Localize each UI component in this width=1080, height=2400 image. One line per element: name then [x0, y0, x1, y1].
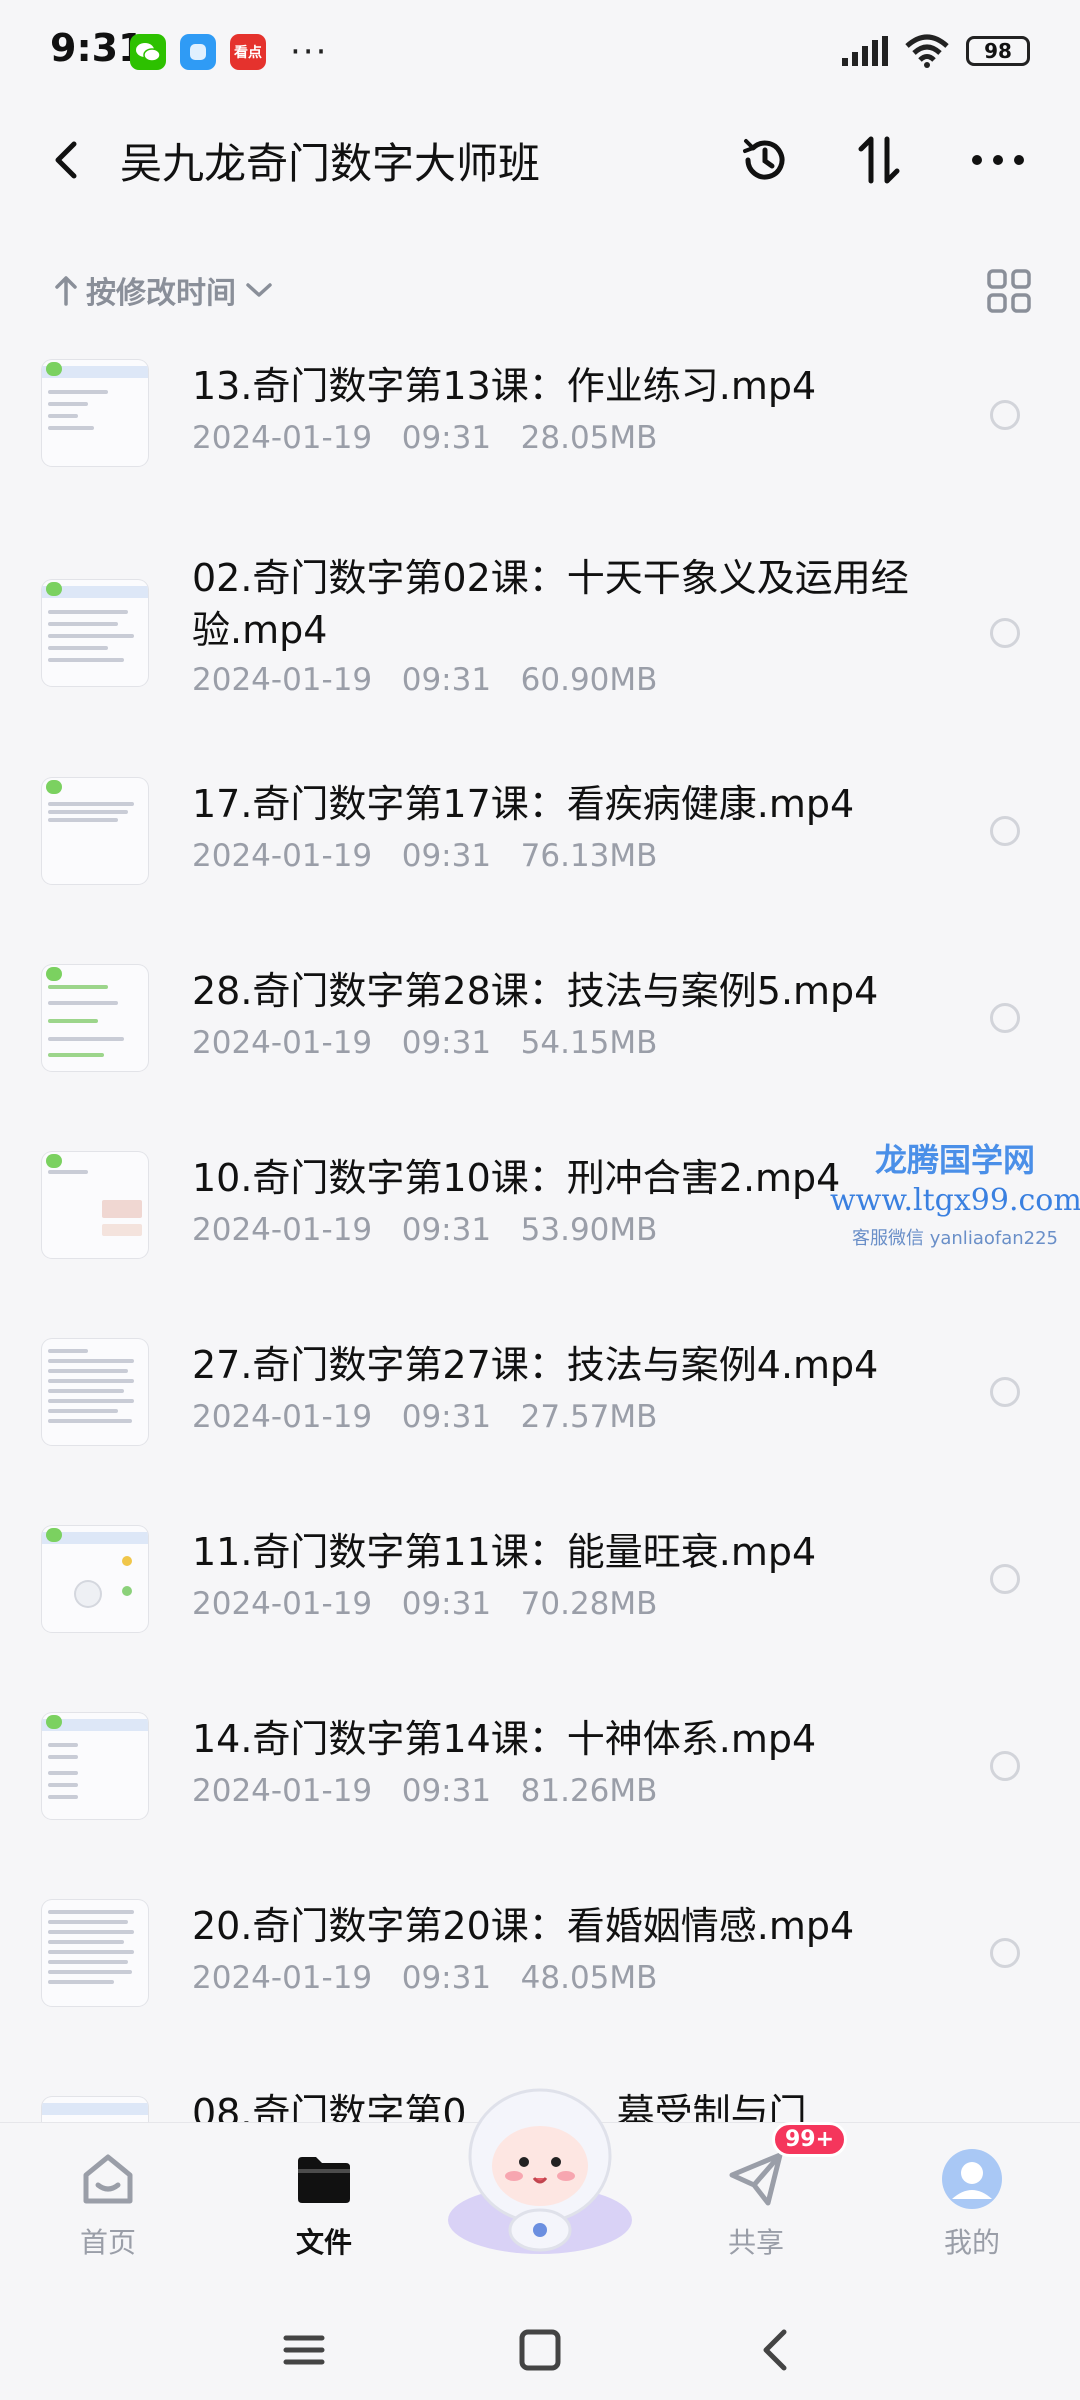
status-bar: 9:31 看点 ··· 98 — [0, 0, 1080, 110]
file-meta: 2024-01-19 09:31 53.90MB — [192, 1212, 658, 1248]
nav-profile[interactable]: 我的 — [892, 2133, 1052, 2261]
share-send-icon — [724, 2147, 788, 2211]
profile-icon — [940, 2147, 1004, 2211]
status-app-icons: 看点 ··· — [130, 34, 328, 70]
share-badge: 99+ — [772, 2122, 848, 2157]
select-checkbox[interactable] — [990, 816, 1020, 846]
chat-bubble-app-icon — [180, 34, 216, 70]
video-thumbnail — [42, 778, 148, 884]
file-name: 20.奇门数字第20课：看婚姻情感.mp4 — [192, 1904, 855, 1948]
select-checkbox[interactable] — [990, 400, 1020, 430]
history-icon[interactable] — [735, 130, 795, 190]
select-checkbox[interactable] — [990, 1938, 1020, 1968]
folder-icon — [292, 2147, 356, 2211]
file-meta: 2024-01-19 09:31 54.15MB — [192, 1025, 658, 1061]
chevron-down-icon — [246, 283, 272, 297]
nav-label: 首页 — [79, 2226, 136, 2259]
video-thumbnail — [42, 1339, 148, 1445]
select-checkbox[interactable] — [990, 1003, 1020, 1033]
video-thumbnail — [42, 1900, 148, 2006]
file-name: 11.奇门数字第11课：能量旺衰.mp4 — [192, 1530, 817, 1574]
system-back-icon[interactable] — [746, 2320, 806, 2380]
status-right: 98 — [840, 34, 1030, 68]
nav-label: 我的 — [943, 2226, 1000, 2259]
sort-bar: 按修改时间 — [0, 258, 1080, 318]
watermark-title: 龙腾国学网 — [874, 1141, 1035, 1179]
nav-home[interactable]: 首页 — [28, 2133, 188, 2261]
select-checkbox[interactable] — [990, 1751, 1020, 1781]
grid-view-icon[interactable] — [986, 268, 1032, 314]
file-meta: 2024-01-19 09:31 60.90MB — [192, 662, 658, 698]
file-meta: 2024-01-19 09:31 27.57MB — [192, 1399, 658, 1435]
back-arrow-icon[interactable] — [44, 136, 92, 184]
more-dots-icon[interactable] — [968, 130, 1028, 190]
video-thumbnail — [42, 1713, 148, 1819]
news-app-icon: 看点 — [230, 34, 266, 70]
more-notifications-icon: ··· — [290, 32, 329, 72]
system-nav-bar — [0, 2300, 1080, 2400]
mascot-icon[interactable] — [440, 2070, 640, 2260]
file-meta: 2024-01-19 09:31 48.05MB — [192, 1960, 658, 1996]
nav-label: 文件 — [295, 2226, 352, 2259]
sort-up-arrow-icon — [55, 276, 77, 306]
select-checkbox[interactable] — [990, 1564, 1020, 1594]
file-meta: 2024-01-19 09:31 28.05MB — [192, 420, 658, 456]
file-name: 27.奇门数字第27课：技法与案例4.mp4 — [192, 1343, 879, 1387]
signal-icon — [842, 36, 888, 66]
select-checkbox[interactable] — [990, 618, 1020, 648]
page-title: 吴九龙奇门数字大师班 — [120, 139, 541, 188]
nav-files[interactable]: 文件 — [244, 2133, 404, 2261]
video-thumbnail — [42, 580, 148, 686]
wechat-icon — [130, 34, 166, 70]
sort-label: 按修改时间 — [86, 276, 236, 311]
select-checkbox[interactable] — [990, 1377, 1020, 1407]
nav-label: 共享 — [727, 2226, 784, 2259]
watermark: 龙腾国学网 www.ltgx99.com 客服微信 yanliaofan225 — [830, 1135, 1080, 1250]
watermark-contact: 客服微信 yanliaofan225 — [852, 1228, 1058, 1249]
file-meta: 2024-01-19 09:31 81.26MB — [192, 1773, 658, 1809]
transfer-icon[interactable] — [850, 130, 910, 190]
watermark-url: www.ltgx99.com — [830, 1183, 1080, 1218]
file-meta: 2024-01-19 09:31 76.13MB — [192, 838, 658, 874]
wifi-icon — [905, 34, 949, 68]
recent-apps-icon[interactable] — [274, 2320, 334, 2380]
home-button-icon[interactable] — [510, 2320, 570, 2380]
header: 吴九龙奇门数字大师班 — [0, 120, 1080, 200]
file-name: 28.奇门数字第28课：技法与案例5.mp4 — [192, 969, 879, 1013]
video-thumbnail — [42, 360, 148, 466]
video-thumbnail — [42, 1526, 148, 1632]
file-name: 14.奇门数字第14课：十神体系.mp4 — [192, 1717, 817, 1761]
file-name: 02.奇门数字第02课：十天干象义及运用经验.mp4 — [192, 556, 909, 652]
battery-indicator: 98 — [966, 36, 1030, 66]
file-meta: 2024-01-19 09:31 70.28MB — [192, 1586, 658, 1622]
file-name: 13.奇门数字第13课：作业练习.mp4 — [192, 364, 817, 408]
sort-selector[interactable]: 按修改时间 — [54, 268, 274, 312]
file-name: 17.奇门数字第17课：看疾病健康.mp4 — [192, 782, 855, 826]
video-thumbnail — [42, 965, 148, 1071]
home-icon — [76, 2147, 140, 2211]
video-thumbnail — [42, 1152, 148, 1258]
